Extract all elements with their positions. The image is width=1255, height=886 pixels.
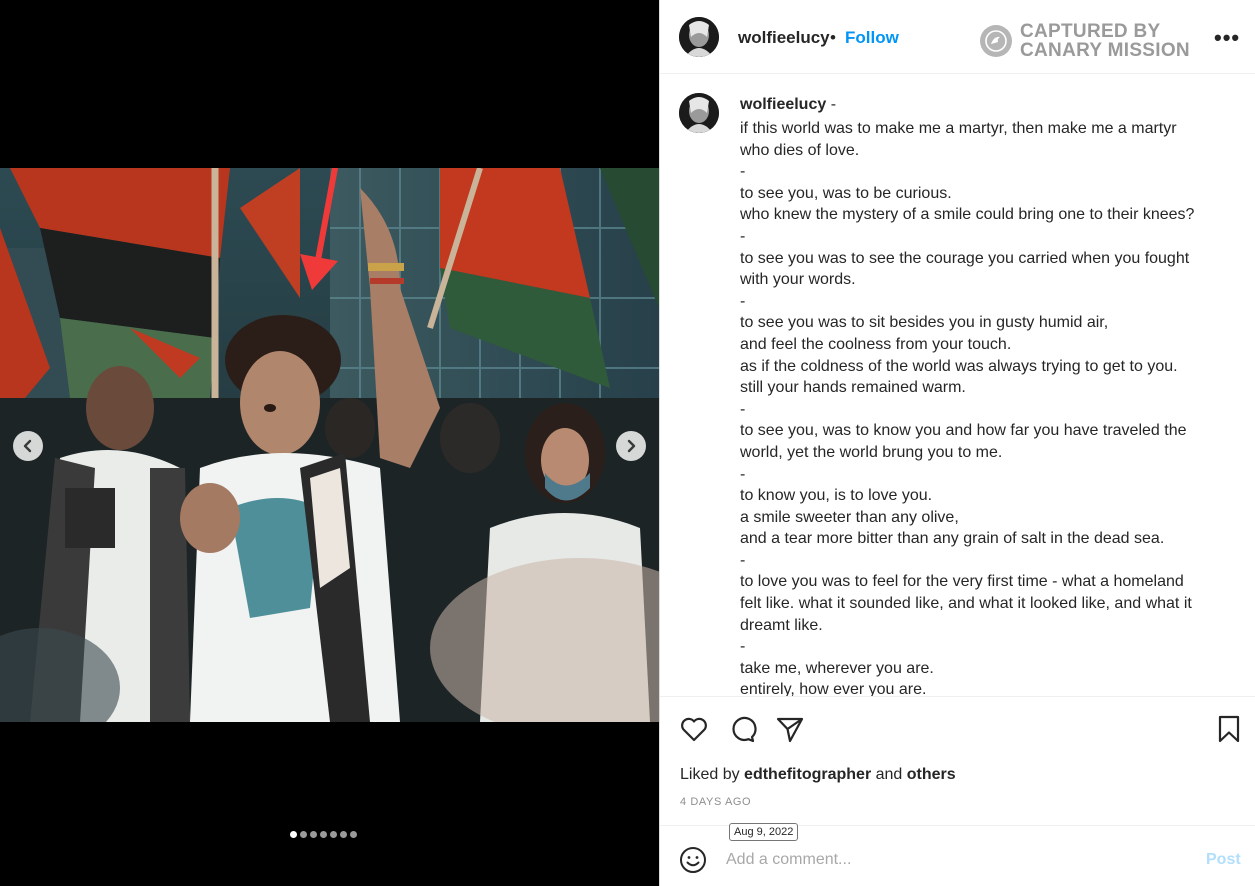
caption-line: - (740, 465, 746, 483)
next-slide-button[interactable] (616, 431, 646, 461)
caption-line: entirely, how ever you are. (740, 681, 927, 696)
author-avatar[interactable] (679, 17, 719, 57)
caption-line: with your words. (740, 271, 856, 289)
caption-line: - (740, 400, 746, 418)
more-options-icon[interactable]: ••• (1214, 25, 1240, 51)
follow-button[interactable]: Follow (845, 28, 899, 48)
caption-line: to see you was to sit besides you in gus… (740, 314, 1109, 332)
post-side-panel: wolfieelucy • Follow CAPTURED BY CANARY … (659, 0, 1255, 886)
caption-line: felt like. what it sounded like, and wha… (740, 595, 1192, 613)
avatar-image (679, 93, 719, 133)
likes-summary: Liked by edthefitographer and others (680, 766, 956, 784)
caption-line: as if the coldness of the world was alwa… (740, 357, 1178, 375)
chevron-left-icon (23, 439, 32, 453)
author-username[interactable]: wolfieelucy (738, 28, 830, 48)
caption-line: dreamt like. (740, 616, 823, 634)
caption-line: who knew the mystery of a smile could br… (740, 206, 1195, 224)
caption-line: to see you, was to know you and how far … (740, 422, 1187, 440)
carousel-dot (310, 831, 317, 838)
carousel-dot (350, 831, 357, 838)
caption-line: take me, wherever you are. (740, 659, 934, 677)
carousel-dot (320, 831, 327, 838)
previous-slide-button[interactable] (13, 431, 43, 461)
bookmark-icon[interactable] (1214, 714, 1244, 744)
liked-others-link[interactable]: others (907, 766, 956, 783)
canary-mission-watermark: CAPTURED BY CANARY MISSION (980, 22, 1190, 60)
post-photo (0, 168, 659, 722)
caption-line: world, yet the world brung you to me. (740, 443, 1003, 461)
caption-line: to see you, was to be curious. (740, 184, 952, 202)
smiley-icon[interactable] (679, 846, 707, 874)
liked-prefix: Liked by (680, 766, 745, 783)
caption-line: if this world was to make me a martyr, t… (740, 120, 1177, 137)
carousel-dot (300, 831, 307, 838)
caption-dash: - (826, 96, 837, 113)
caption-line: and a tear more bitter than any grain of… (740, 530, 1165, 548)
watermark-line-2: CANARY MISSION (1020, 40, 1190, 61)
post-actions: Liked by edthefitographer and others 4 D… (660, 696, 1255, 841)
carousel-dot (340, 831, 347, 838)
caption-line: still your hands remained warm. (740, 379, 966, 397)
carousel-dot (290, 831, 297, 838)
liked-user-link[interactable]: edthefitographer (744, 766, 871, 783)
caption-line: who dies of love. (740, 141, 860, 159)
canary-logo-icon (980, 25, 1012, 57)
post-comment-button[interactable]: Post (1206, 851, 1241, 869)
caption-line: to know you, is to love you. (740, 487, 933, 505)
caption-username[interactable]: wolfieelucy (740, 96, 826, 113)
header-separator: • (830, 28, 836, 47)
caption-line: to see you was to see the courage you ca… (740, 249, 1190, 267)
caption-line: - (740, 638, 746, 656)
caption-author: wolfieelucy - (740, 96, 836, 114)
caption-line: - (740, 227, 746, 245)
caption-line: - (740, 551, 746, 569)
comment-input[interactable] (726, 847, 1166, 873)
watermark-text: CAPTURED BY CANARY MISSION (1020, 22, 1190, 60)
caption-line: - (740, 292, 746, 310)
carousel-dot (330, 831, 337, 838)
post-timestamp[interactable]: 4 DAYS AGO (680, 796, 751, 808)
comment-bubble-icon[interactable] (727, 714, 757, 744)
caption-line: to love you was to feel for the very fir… (740, 573, 1184, 591)
caption-line: and feel the coolness from your touch. (740, 335, 1012, 353)
watermark-line-1: CAPTURED BY (1020, 21, 1161, 42)
caption-text: if this world was to make me a martyr, t… (740, 118, 1240, 696)
post-media (0, 0, 659, 886)
protest-photo (0, 168, 659, 722)
caption-avatar[interactable] (679, 93, 719, 133)
post-header: wolfieelucy • Follow CAPTURED BY CANARY … (660, 0, 1255, 74)
liked-and: and (871, 766, 907, 783)
chevron-right-icon (627, 439, 636, 453)
caption-area: wolfieelucy - if this world was to make … (660, 74, 1255, 696)
avatar-image (679, 17, 719, 57)
paper-plane-icon[interactable] (775, 714, 805, 744)
carousel-dots (290, 831, 357, 838)
caption-line: a smile sweeter than any olive, (740, 508, 959, 526)
heart-icon[interactable] (679, 714, 709, 744)
caption-line: - (740, 163, 746, 181)
date-tooltip: Aug 9, 2022 (729, 823, 799, 841)
